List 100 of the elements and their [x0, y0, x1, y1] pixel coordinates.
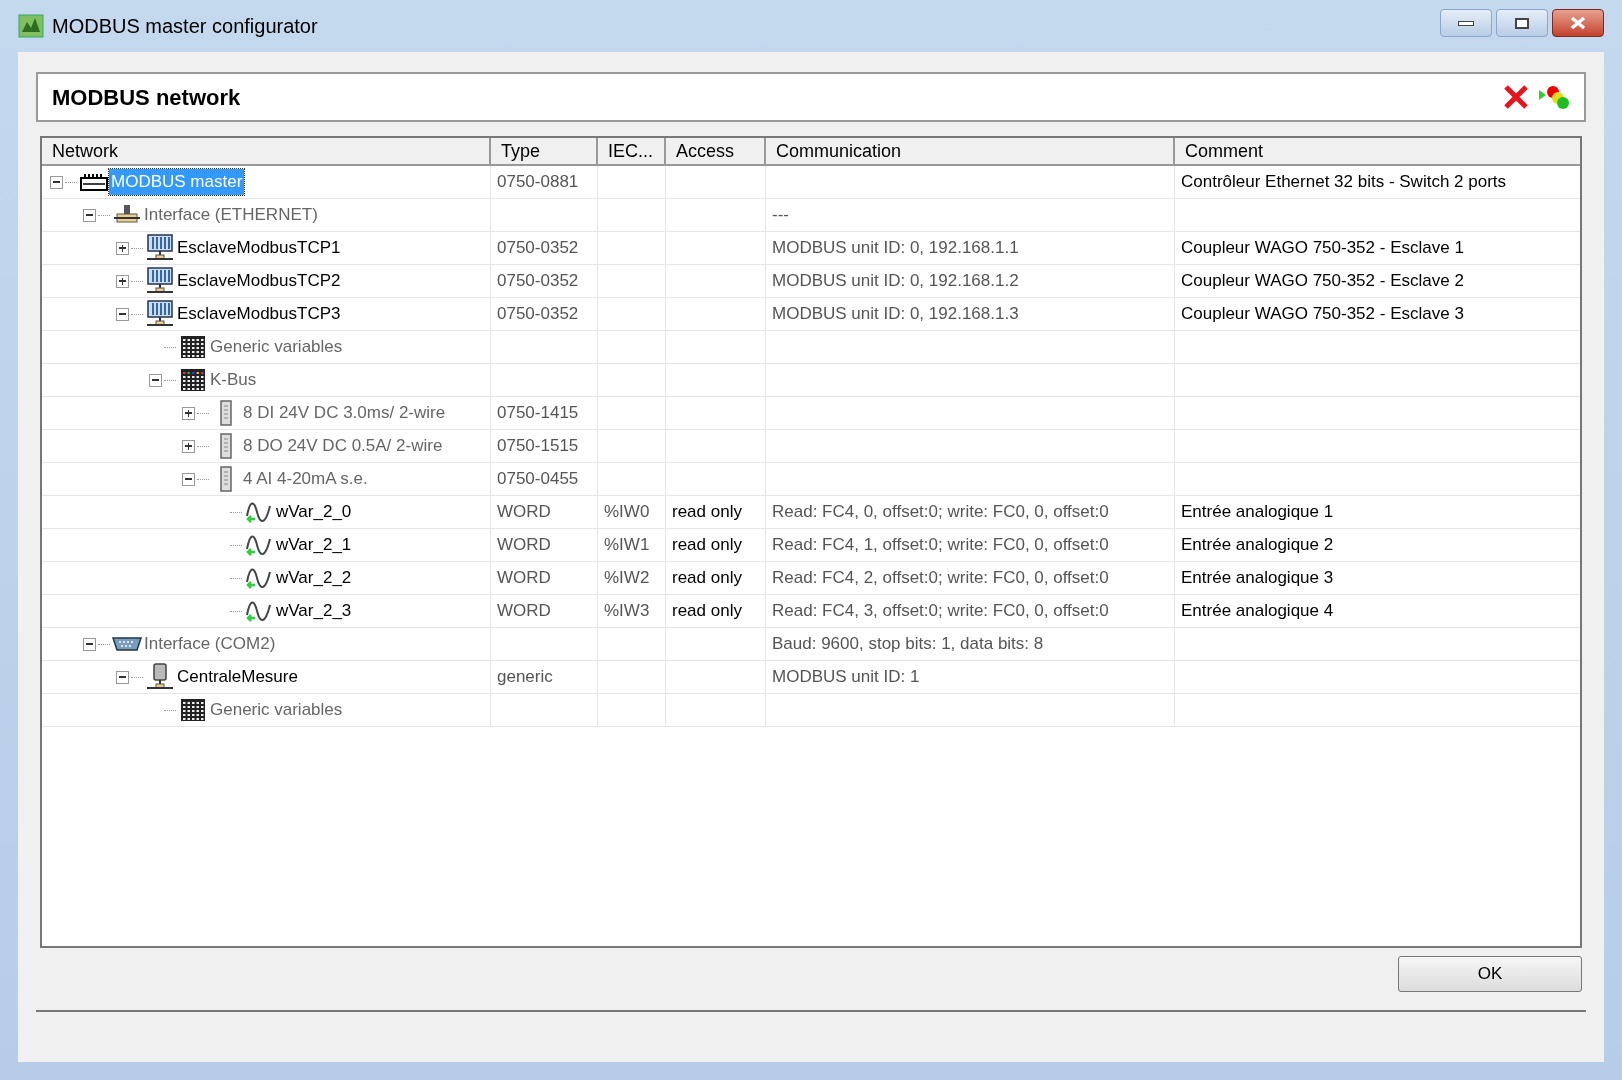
expand-toggle[interactable]	[116, 274, 129, 288]
collapse-toggle[interactable]	[83, 637, 96, 651]
empty-cell	[598, 661, 666, 694]
type-cell: 0750-0352	[491, 265, 598, 298]
communication-cell: Read: FC4, 3, offset:0; write: FC0, 0, offset:0	[766, 595, 1175, 628]
expand-toggle[interactable]	[182, 439, 195, 453]
tree-node-label[interactable]: wVar_2_0	[274, 499, 354, 525]
serial-port-icon	[112, 636, 142, 652]
expand-toggle[interactable]	[116, 241, 129, 255]
collapse-toggle[interactable]	[149, 373, 162, 387]
panel-title: MODBUS network	[52, 83, 241, 112]
comment-cell: Coupleur WAGO 750-352 - Esclave 3	[1175, 298, 1580, 331]
access-cell: read only	[666, 595, 766, 628]
expand-toggle[interactable]	[182, 406, 195, 420]
network-junction-icon	[113, 204, 141, 226]
type-cell: 0750-0881	[491, 166, 598, 199]
access-cell: read only	[666, 496, 766, 529]
tree-node-label[interactable]: Generic variables	[208, 334, 345, 360]
tree-node-label[interactable]: wVar_2_2	[274, 565, 354, 591]
type-cell: 0750-0455	[491, 463, 598, 496]
comment-cell: Entrée analogique 4	[1175, 595, 1580, 628]
signal-wave-icon	[245, 533, 273, 557]
empty-cell	[598, 331, 666, 364]
iec-address-cell: %IW0	[598, 496, 666, 529]
collapse-toggle[interactable]	[182, 472, 195, 486]
type-cell: WORD	[491, 595, 598, 628]
minimize-button[interactable]	[1440, 9, 1492, 37]
tree-node-label[interactable]: Interface (ETHERNET)	[142, 202, 320, 228]
ok-button[interactable]: OK	[1398, 956, 1582, 992]
collapse-toggle[interactable]	[50, 175, 63, 189]
tree-node-label[interactable]: EsclaveModbusTCP3	[175, 301, 343, 327]
access-cell: read only	[666, 562, 766, 595]
signal-wave-icon	[245, 566, 273, 590]
communication-cell: Baud: 9600, stop bits: 1, data bits: 8	[766, 628, 1175, 661]
tree-node-label[interactable]: 8 DO 24V DC 0.5A/ 2-wire	[241, 433, 445, 459]
module-icon	[220, 466, 232, 492]
communication-cell: Read: FC4, 0, offset:0; write: FC0, 0, offset:0	[766, 496, 1175, 529]
controller-icon	[80, 172, 108, 192]
collapse-toggle[interactable]	[83, 208, 96, 222]
tree-node-label[interactable]: wVar_2_3	[274, 598, 354, 624]
comment-cell: Coupleur WAGO 750-352 - Esclave 2	[1175, 265, 1580, 298]
access-cell: read only	[666, 529, 766, 562]
communication-cell: MODBUS unit ID: 0, 192.168.1.1	[766, 232, 1175, 265]
module-icon	[220, 400, 232, 426]
comment-cell: Contrôleur Ethernet 32 bits - Switch 2 ports	[1175, 166, 1580, 199]
tree-node-label[interactable]: 8 DI 24V DC 3.0ms/ 2-wire	[241, 400, 448, 426]
column-header[interactable]: Network	[42, 138, 491, 166]
empty-cell	[598, 166, 666, 199]
type-cell: WORD	[491, 496, 598, 529]
communication-cell: MODBUS unit ID: 0, 192.168.1.2	[766, 265, 1175, 298]
empty-cell	[598, 298, 666, 331]
column-header[interactable]: Communication	[766, 138, 1175, 166]
type-cell: generic	[491, 661, 598, 694]
collapse-toggle[interactable]	[116, 670, 129, 684]
iec-address-cell: %IW2	[598, 562, 666, 595]
comment-cell: Entrée analogique 1	[1175, 496, 1580, 529]
maximize-button[interactable]	[1496, 9, 1548, 37]
signal-wave-icon	[245, 500, 273, 524]
empty-cell	[598, 430, 666, 463]
empty-cell	[598, 232, 666, 265]
column-header[interactable]: IEC...	[598, 138, 666, 166]
empty-cell	[598, 265, 666, 298]
window-title: MODBUS master configurator	[52, 14, 318, 39]
close-icon	[1569, 16, 1587, 30]
server-icon	[146, 663, 174, 691]
empty-cell	[598, 199, 666, 232]
column-header[interactable]: Type	[491, 138, 598, 166]
status-lights-icon[interactable]	[1538, 84, 1570, 110]
collapse-toggle[interactable]	[116, 307, 129, 321]
type-cell: 0750-0352	[491, 232, 598, 265]
tree-node-label[interactable]: EsclaveModbusTCP1	[175, 235, 343, 261]
communication-cell: ---	[766, 199, 1175, 232]
communication-cell: MODBUS unit ID: 1	[766, 661, 1175, 694]
type-cell: 0750-1515	[491, 430, 598, 463]
empty-cell	[598, 364, 666, 397]
tree-node-label[interactable]: CentraleMesure	[175, 664, 300, 690]
app-icon	[18, 14, 44, 38]
column-header[interactable]: Comment	[1175, 138, 1580, 166]
comment-cell: Entrée analogique 3	[1175, 562, 1580, 595]
device-rack-icon	[146, 234, 174, 262]
type-cell: WORD	[491, 562, 598, 595]
grid-icon	[180, 368, 206, 392]
grid-icon	[180, 335, 206, 359]
device-rack-icon	[146, 267, 174, 295]
tree-node-label[interactable]: K-Bus	[208, 367, 259, 393]
tree-node-label[interactable]: EsclaveModbusTCP2	[175, 268, 343, 294]
empty-cell	[598, 463, 666, 496]
iec-address-cell: %IW1	[598, 529, 666, 562]
type-cell: WORD	[491, 529, 598, 562]
communication-cell: Read: FC4, 1, offset:0; write: FC0, 0, offset:0	[766, 529, 1175, 562]
tree-node-label[interactable]: Generic variables	[208, 697, 345, 723]
close-button[interactable]	[1552, 9, 1604, 37]
delete-icon[interactable]	[1502, 83, 1530, 111]
tree-node-label[interactable]: Interface (COM2)	[142, 631, 278, 657]
tree-node-label[interactable]: wVar_2_1	[274, 532, 354, 558]
tree-node-label[interactable]: 4 AI 4-20mA s.e.	[241, 466, 370, 492]
comment-cell: Entrée analogique 2	[1175, 529, 1580, 562]
column-header[interactable]: Access	[666, 138, 766, 166]
type-cell: 0750-1415	[491, 397, 598, 430]
type-cell: 0750-0352	[491, 298, 598, 331]
